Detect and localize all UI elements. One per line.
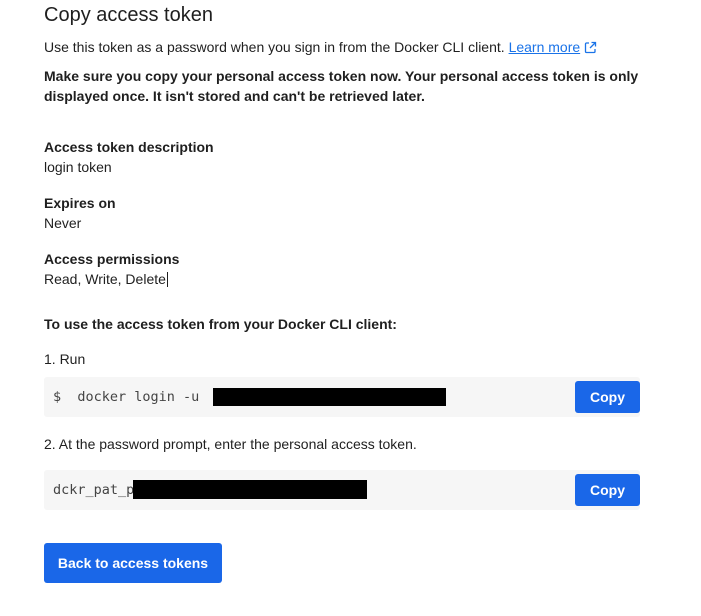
access-permissions-value-row: Read, Write, Delete [44,269,179,289]
token-description-field: Access token description login token [44,137,214,177]
login-command-text[interactable]: $ docker login -u [53,388,207,406]
intro-sentence: Use this token as a password when you si… [44,39,509,55]
redacted-token [133,480,367,499]
access-token-text[interactable]: dckr_pat_p [53,481,134,499]
access-token-box: dckr_pat_p Copy [44,470,640,510]
warning-text: Make sure you copy your personal access … [44,68,639,104]
copy-access-token-button[interactable]: Copy [575,474,640,506]
redacted-username [213,388,446,406]
step-2-label: 2. At the password prompt, enter the per… [44,436,417,452]
login-command-box: $ docker login -u Copy [44,377,640,417]
back-to-access-tokens-button[interactable]: Back to access tokens [44,543,222,583]
external-link-icon [584,40,597,58]
intro-text: Use this token as a password when you si… [44,38,597,58]
learn-more-link[interactable]: Learn more [509,39,598,55]
page-title: Copy access token [44,4,213,26]
token-description-label: Access token description [44,139,214,155]
text-cursor [166,272,168,287]
expires-on-value: Never [44,215,82,231]
copy-login-command-button[interactable]: Copy [575,381,640,413]
step-1-label: 1. Run [44,351,86,367]
instructions-heading: To use the access token from your Docker… [44,316,397,332]
access-permissions-field: Access permissions Read, Write, Delete [44,249,179,289]
access-permissions-label: Access permissions [44,251,180,267]
expires-on-field: Expires on Never [44,193,116,233]
access-permissions-value: Read, Write, Delete [44,271,166,287]
expires-on-label: Expires on [44,195,116,211]
learn-more-label: Learn more [508,39,581,55]
token-description-value: login token [44,159,112,175]
